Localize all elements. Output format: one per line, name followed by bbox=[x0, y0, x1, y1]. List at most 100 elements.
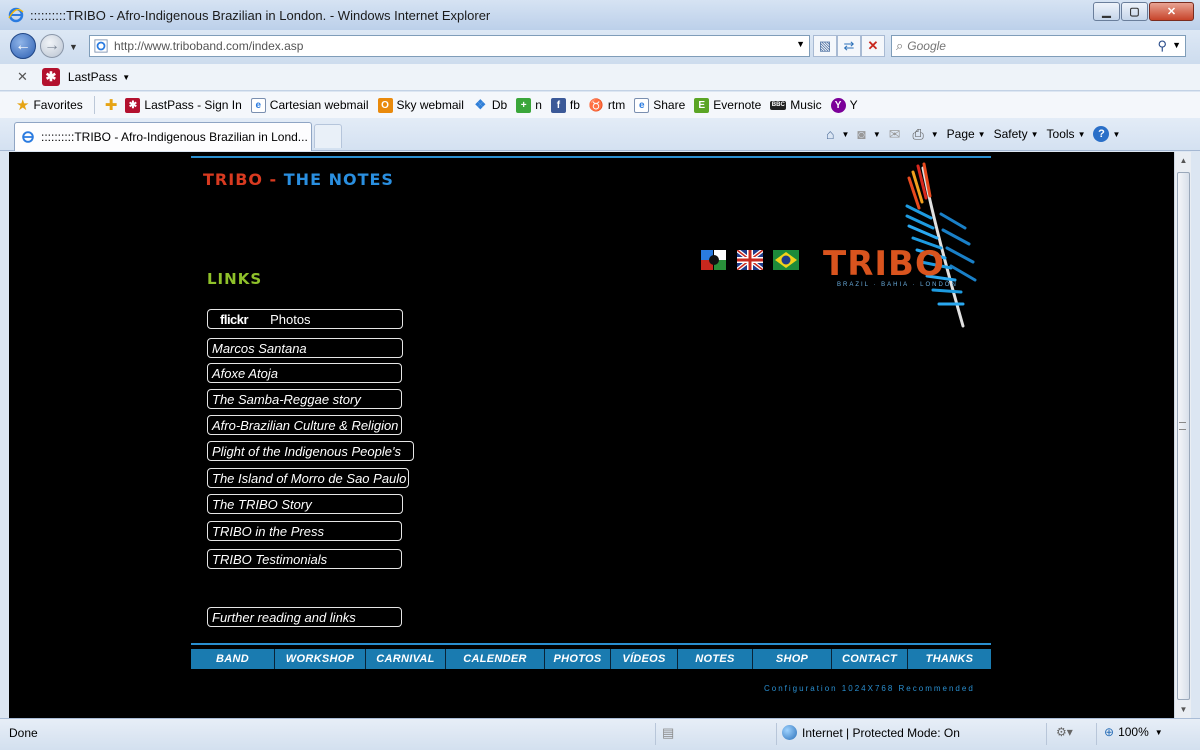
page-menu[interactable]: Page ▼ bbox=[947, 127, 986, 141]
separator bbox=[655, 723, 656, 745]
chevron-down-icon: ▼ bbox=[1154, 727, 1163, 737]
chevron-down-icon: ▼ bbox=[1030, 129, 1039, 139]
fav-dropbox[interactable]: ❖ Db bbox=[473, 97, 508, 113]
nav-notes[interactable]: NOTES bbox=[678, 649, 753, 669]
ie-page-icon: e bbox=[634, 97, 650, 113]
link-label: Marcos Santana bbox=[212, 340, 307, 356]
nav-contact[interactable]: CONTACT bbox=[832, 649, 908, 669]
window-title: ::::::::::TRIBO - Afro-Indigenous Brazil… bbox=[30, 7, 491, 23]
scrollbar-thumb[interactable] bbox=[1177, 172, 1190, 700]
fav-n[interactable]: + n bbox=[516, 97, 542, 113]
scroll-down-icon[interactable]: ▼ bbox=[1175, 701, 1192, 718]
link-label: Afoxe Atoja bbox=[212, 365, 279, 381]
ie-tab-icon bbox=[22, 131, 34, 143]
nav-band[interactable]: BAND bbox=[191, 649, 275, 669]
search-input[interactable] bbox=[907, 39, 1148, 53]
feeds-button[interactable]: ◙ ▼ bbox=[857, 126, 880, 142]
close-toolbar-icon[interactable]: ✕ bbox=[17, 69, 28, 85]
link-label: Plight of the Indigenous People's bbox=[212, 443, 401, 459]
link-morro-de-sao-paulo[interactable]: The Island of Morro de Sao Paulo bbox=[207, 468, 409, 488]
security-zone[interactable]: Internet | Protected Mode: On bbox=[782, 725, 960, 740]
page-viewport: TRIBO - THE NOTES TRIBO BRAZIL · BAHIA ·… bbox=[9, 152, 1174, 718]
mail-button[interactable]: ✉ bbox=[889, 126, 905, 143]
nav-workshop[interactable]: WORKSHOP bbox=[275, 649, 366, 669]
help-menu[interactable]: ? ▼ bbox=[1093, 126, 1120, 142]
link-afoxe-atoja[interactable]: Afoxe Atoja bbox=[207, 363, 402, 383]
lastpass-menu[interactable]: LastPass bbox=[68, 70, 117, 84]
link-flickr-photos[interactable]: flickr Photos bbox=[207, 309, 403, 329]
protected-mode-icon[interactable]: ⚙▾ bbox=[1056, 725, 1073, 739]
favorites-button[interactable]: ★ Favorites bbox=[16, 96, 83, 114]
fav-lastpass-sign-in[interactable]: ✱ LastPass - Sign In bbox=[125, 97, 242, 113]
link-samba-reggae-story[interactable]: The Samba-Reggae story bbox=[207, 389, 402, 409]
nav-photos[interactable]: PHOTOS bbox=[545, 649, 611, 669]
nav-thanks[interactable]: THANKS bbox=[908, 649, 991, 669]
address-dropdown-icon[interactable]: ▼ bbox=[796, 39, 805, 49]
home-button[interactable]: ⌂ ▼ bbox=[826, 126, 849, 142]
fav-bbc-music[interactable]: BBC Music bbox=[770, 98, 822, 112]
link-indigenous-peoples[interactable]: Plight of the Indigenous People's bbox=[207, 441, 414, 461]
fav-rtm[interactable]: ♉ rtm bbox=[589, 98, 625, 113]
print-button[interactable]: ⎙ ▼ bbox=[913, 126, 939, 143]
separator bbox=[1046, 723, 1047, 745]
tools-menu[interactable]: Tools ▼ bbox=[1047, 127, 1086, 141]
vertical-scrollbar[interactable]: ▲ ▼ bbox=[1174, 152, 1191, 718]
fav-share[interactable]: e Share bbox=[634, 97, 685, 113]
uk-flag-icon[interactable] bbox=[737, 250, 763, 270]
cow-icon: ♉ bbox=[588, 98, 604, 112]
fav-facebook[interactable]: f fb bbox=[550, 97, 580, 113]
link-label: TRIBO Testimonials bbox=[212, 551, 328, 567]
link-further-reading[interactable]: Further reading and links bbox=[207, 607, 402, 627]
plus-icon: + bbox=[516, 97, 532, 113]
refresh-button[interactable]: ⇄ bbox=[837, 35, 861, 57]
scroll-up-icon[interactable]: ▲ bbox=[1175, 152, 1192, 169]
maximize-button[interactable]: ▢ bbox=[1121, 2, 1148, 21]
recent-pages-dropdown-icon[interactable]: ▼ bbox=[69, 42, 78, 52]
search-options-dropdown-icon[interactable]: ▼ bbox=[1172, 40, 1181, 50]
add-favorite-icon[interactable]: ✚ bbox=[105, 96, 118, 114]
link-label: TRIBO in the Press bbox=[212, 523, 324, 539]
address-url[interactable]: http://www.triboband.com/index.asp bbox=[114, 39, 303, 53]
command-bar: ⌂ ▼ ◙ ▼ ✉ ⎙ ▼ Page ▼ Safety ▼ Tools ▼ ? ▼ bbox=[826, 123, 1128, 145]
forward-arrow-icon: → bbox=[44, 37, 60, 54]
fav-label: fb bbox=[569, 98, 580, 112]
new-tab-button[interactable] bbox=[314, 124, 342, 148]
tab-tribo[interactable]: ::::::::::TRIBO - Afro-Indigenous Brazil… bbox=[14, 122, 312, 151]
search-box[interactable]: ⌕ ⚲ ▼ bbox=[891, 35, 1186, 57]
facebook-icon: f bbox=[550, 97, 566, 113]
links-title: LINKS bbox=[207, 270, 263, 288]
ie-page-icon: e bbox=[250, 97, 266, 113]
zone-label: Internet | Protected Mode: On bbox=[802, 725, 960, 740]
minimize-button[interactable]: ▁ bbox=[1093, 2, 1120, 21]
fav-yahoo[interactable]: Y Y bbox=[830, 97, 858, 113]
brazil-flag-icon[interactable] bbox=[773, 250, 799, 270]
nav-videos[interactable]: VÍDEOS bbox=[611, 649, 678, 669]
close-window-button[interactable]: ✕ bbox=[1149, 2, 1194, 21]
link-tribo-in-press[interactable]: TRIBO in the Press bbox=[207, 521, 402, 541]
forward-button[interactable]: → bbox=[40, 34, 64, 58]
multilingual-flag-icon[interactable] bbox=[701, 250, 727, 270]
lastpass-dropdown-icon[interactable]: ▼ bbox=[122, 73, 130, 82]
nav-carnival[interactable]: CARNIVAL bbox=[366, 649, 446, 669]
search-icon[interactable]: ⚲ bbox=[1157, 38, 1167, 54]
stop-button[interactable]: ✕ bbox=[861, 35, 885, 57]
chevron-down-icon: ▼ bbox=[841, 129, 850, 139]
nav-shop[interactable]: SHOP bbox=[753, 649, 832, 669]
link-marcos-santana[interactable]: Marcos Santana bbox=[207, 338, 403, 358]
back-button[interactable]: ← bbox=[10, 33, 36, 59]
chevron-down-icon: ▼ bbox=[1077, 129, 1086, 139]
address-bar[interactable]: http://www.triboband.com/index.asp ▼ bbox=[89, 35, 810, 57]
fav-evernote[interactable]: E Evernote bbox=[694, 97, 761, 113]
link-tribo-testimonials[interactable]: TRIBO Testimonials bbox=[207, 549, 402, 569]
zoom-control[interactable]: ⊕ 100% ▼ bbox=[1104, 725, 1163, 739]
resolution-note: Configuration 1024X768 Recommended bbox=[764, 684, 975, 693]
compatibility-view-button[interactable]: ▧ bbox=[813, 35, 837, 57]
fav-sky-webmail[interactable]: O Sky webmail bbox=[377, 97, 464, 113]
safety-menu[interactable]: Safety ▼ bbox=[994, 127, 1039, 141]
link-tribo-story[interactable]: The TRIBO Story bbox=[207, 494, 403, 514]
fav-label: Sky webmail bbox=[396, 98, 464, 112]
internet-explorer-icon bbox=[8, 7, 24, 23]
nav-calender[interactable]: CALENDER bbox=[446, 649, 545, 669]
link-afro-brazilian-culture[interactable]: Afro-Brazilian Culture & Religion bbox=[207, 415, 402, 435]
fav-cartesian-webmail[interactable]: e Cartesian webmail bbox=[250, 97, 369, 113]
